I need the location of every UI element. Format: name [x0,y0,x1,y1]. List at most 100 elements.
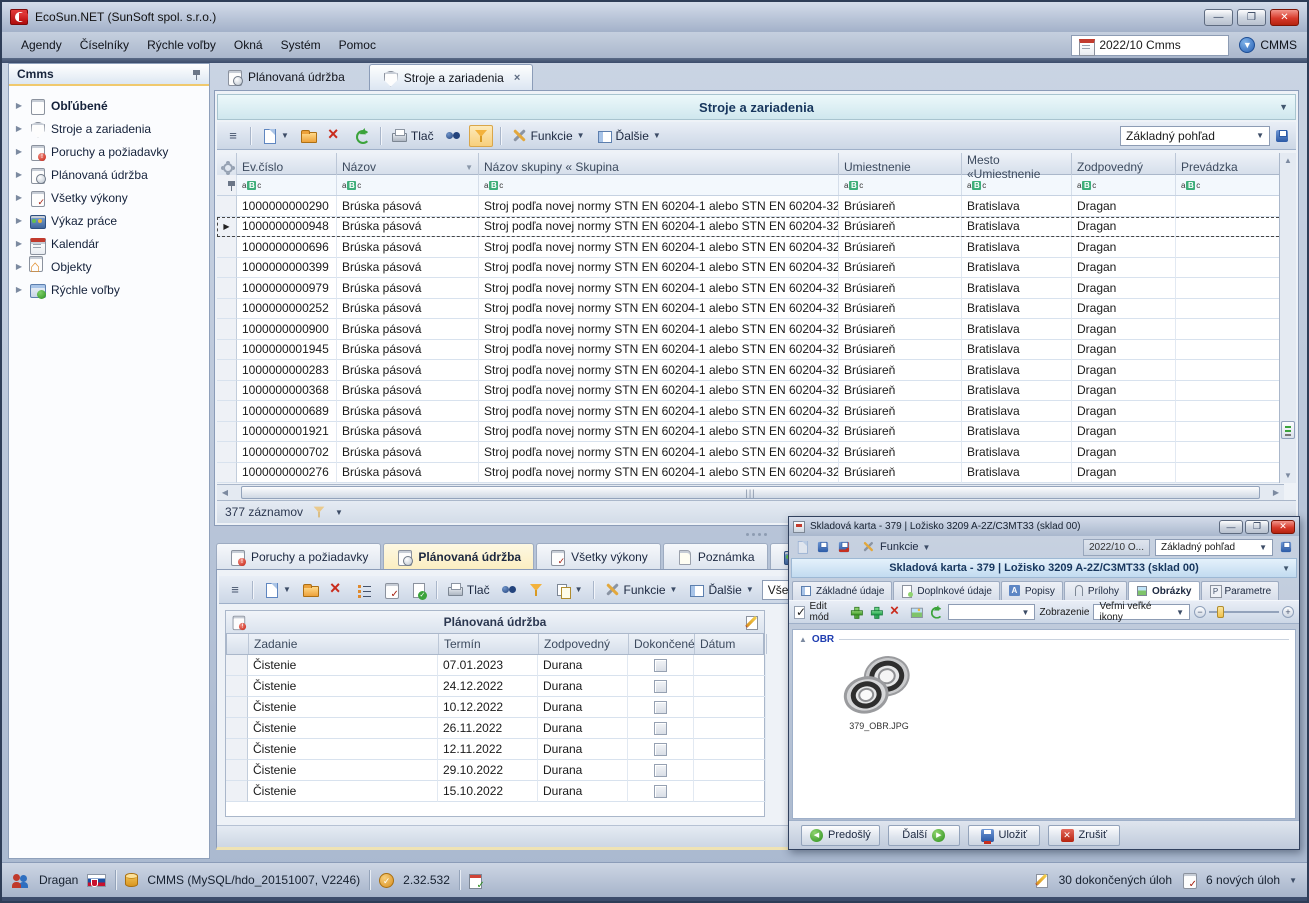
sidebar-item[interactable]: ▶ Rýchle voľby [9,278,209,301]
save-icon[interactable] [816,540,830,554]
cell-zadanie[interactable]: Čistenie [248,718,438,739]
table-row[interactable]: 1000000000368 Brúska pásová Stroj podľa … [217,381,1284,402]
cell-umiestnenie[interactable]: Brúsiareň [839,422,962,443]
done-tasks-count[interactable]: 30 dokončených úloh [1059,873,1172,887]
cell-zodpovedny[interactable]: Durana [538,697,628,718]
cell-termin[interactable]: 15.10.2022 [438,781,538,802]
filter-button[interactable] [469,125,493,147]
sidebar-item[interactable]: ▶ Obľúbené [9,94,209,117]
cell-mesto[interactable]: Bratislava [962,463,1072,484]
cell-prevadzka[interactable] [1176,237,1284,258]
cell-zodpovedny[interactable]: Durana [538,760,628,781]
cell-zodpovedny[interactable]: Dragan [1072,381,1176,402]
scroll-left-arrow[interactable]: ◀ [217,485,233,500]
cell-umiestnenie[interactable]: Brúsiareň [839,258,962,279]
cell-prevadzka[interactable] [1176,442,1284,463]
period-field[interactable]: 2022/10 Cmms [1071,35,1229,56]
new-record-button[interactable]: ▼ [258,126,292,146]
image-thumbnail-item[interactable]: 379_OBR.JPG [831,652,927,731]
dialog-title-bar[interactable]: Skladová karta - 379 | Ložisko 3209 A-2Z… [789,517,1299,536]
cell-zadanie[interactable]: Čistenie [248,655,438,676]
bottom-new-button[interactable]: ▼ [260,580,294,600]
table-row[interactable]: 1000000000399 Brúska pásová Stroj podľa … [217,258,1284,279]
checkbox-unchecked[interactable] [654,680,667,693]
cell-mesto[interactable]: Bratislava [962,217,1072,238]
cell-nazov[interactable]: Brúska pásová [337,278,479,299]
cell-zodpovedny[interactable]: Dragan [1072,258,1176,279]
cell-nazov[interactable]: Brúska pásová [337,360,479,381]
open-record-button[interactable] [297,126,319,146]
expand-arrow-icon[interactable]: ▶ [15,193,23,202]
cell-termin[interactable]: 24.12.2022 [438,676,538,697]
dialog-tab[interactable]: Prílohy [1064,581,1127,600]
cell-nazov[interactable]: Brúska pásová [337,401,479,422]
column-header-zodpovedny[interactable]: Zodpovedný [539,634,629,654]
table-row[interactable]: 1000000000276 Brúska pásová Stroj podľa … [217,463,1284,484]
table-row[interactable]: ▶ 1000000000948 Brúska pásová Stroj podľ… [217,217,1284,238]
dialog-tab[interactable]: Doplnkové údaje [893,581,1000,600]
cell-nazov[interactable]: Brúska pásová [337,340,479,361]
table-row[interactable]: 1000000000696 Brúska pásová Stroj podľa … [217,237,1284,258]
refresh-icon[interactable] [929,605,943,619]
cell-umiestnenie[interactable]: Brúsiareň [839,217,962,238]
cell-zodpovedny[interactable]: Durana [538,781,628,802]
cell-zodpovedny[interactable]: Dragan [1072,340,1176,361]
print-button[interactable]: Tlač [388,126,437,146]
menu-item[interactable]: Systém [272,35,330,55]
cell-zadanie[interactable]: Čistenie [248,739,438,760]
expand-arrow-icon[interactable]: ▶ [15,216,23,225]
footer-filter-icon[interactable] [312,505,326,519]
cell-evcislo[interactable]: 1000000000252 [237,299,337,320]
cell-skupina[interactable]: Stroj podľa novej normy STN EN 60204-1 a… [479,196,839,217]
cell-evcislo[interactable]: 1000000001921 [237,422,337,443]
expand-arrow-icon[interactable]: ▶ [15,170,23,179]
sidebar-item[interactable]: ▶ Výkaz práce [9,209,209,232]
cell-umiestnenie[interactable]: Brúsiareň [839,340,962,361]
cell-umiestnenie[interactable]: Brúsiareň [839,463,962,484]
cell-umiestnenie[interactable]: Brúsiareň [839,237,962,258]
checkbox-unchecked[interactable] [654,722,667,735]
cell-umiestnenie[interactable]: Brúsiareň [839,299,962,320]
band-edit-icon[interactable] [744,614,760,630]
cell-skupina[interactable]: Stroj podľa novej normy STN EN 60204-1 a… [479,360,839,381]
table-row[interactable]: 1000000000252 Brúska pásová Stroj podľa … [217,299,1284,320]
cell-zadanie[interactable]: Čistenie [248,697,438,718]
cell-prevadzka[interactable] [1176,278,1284,299]
cell-datum[interactable] [694,781,766,802]
group-collapse-icon[interactable]: ▲ [799,635,807,644]
filter-cell-nazov[interactable]: aBc [337,175,479,195]
cell-evcislo[interactable]: 1000000000283 [237,360,337,381]
cell-zodpovedny[interactable]: Dragan [1072,422,1176,443]
cell-umiestnenie[interactable]: Brúsiareň [839,319,962,340]
cell-zodpovedny[interactable]: Durana [538,739,628,760]
bottom-more-button[interactable]: Ďalšie▼ [685,580,756,600]
bottom-confirm-doc-button[interactable] [407,580,429,600]
cell-prevadzka[interactable] [1176,381,1284,402]
cell-evcislo[interactable]: 1000000000900 [237,319,337,340]
cell-evcislo[interactable]: 1000000000399 [237,258,337,279]
cell-nazov[interactable]: Brúska pásová [337,381,479,402]
expand-arrow-icon[interactable]: ▶ [15,285,23,294]
cell-nazov[interactable]: Brúska pásová [337,237,479,258]
cell-datum[interactable] [694,697,766,718]
search-button[interactable] [442,126,464,146]
table-row[interactable]: 1000000000283 Brúska pásová Stroj podľa … [217,360,1284,381]
table-row[interactable]: 1000000000290 Brúska pásová Stroj podľa … [217,196,1284,217]
cell-skupina[interactable]: Stroj podľa novej normy STN EN 60204-1 a… [479,237,839,258]
cell-dokoncene[interactable] [628,655,694,676]
previous-button[interactable]: ◀Predošlý [801,825,880,846]
sidebar-item[interactable]: ▶ Poruchy a požiadavky [9,140,209,163]
scroll-up-arrow[interactable]: ▲ [1281,153,1295,168]
table-row[interactable]: 1000000001921 Brúska pásová Stroj podľa … [217,422,1284,443]
checkbox-unchecked[interactable] [654,659,667,672]
horizontal-scrollbar[interactable]: ◀ ||| ▶ [217,484,1284,500]
dialog-close-button[interactable]: ✕ [1271,520,1295,534]
menu-item[interactable]: Číselníky [71,35,138,55]
cell-nazov[interactable]: Brúska pásová [337,422,479,443]
checkbox-unchecked[interactable] [654,785,667,798]
next-button[interactable]: Ďalší▶ [888,825,960,846]
table-row[interactable]: Čistenie 29.10.2022 Durana [226,760,764,781]
table-row[interactable]: 1000000000689 Brúska pásová Stroj podľa … [217,401,1284,422]
cell-prevadzka[interactable] [1176,463,1284,484]
cell-prevadzka[interactable] [1176,319,1284,340]
